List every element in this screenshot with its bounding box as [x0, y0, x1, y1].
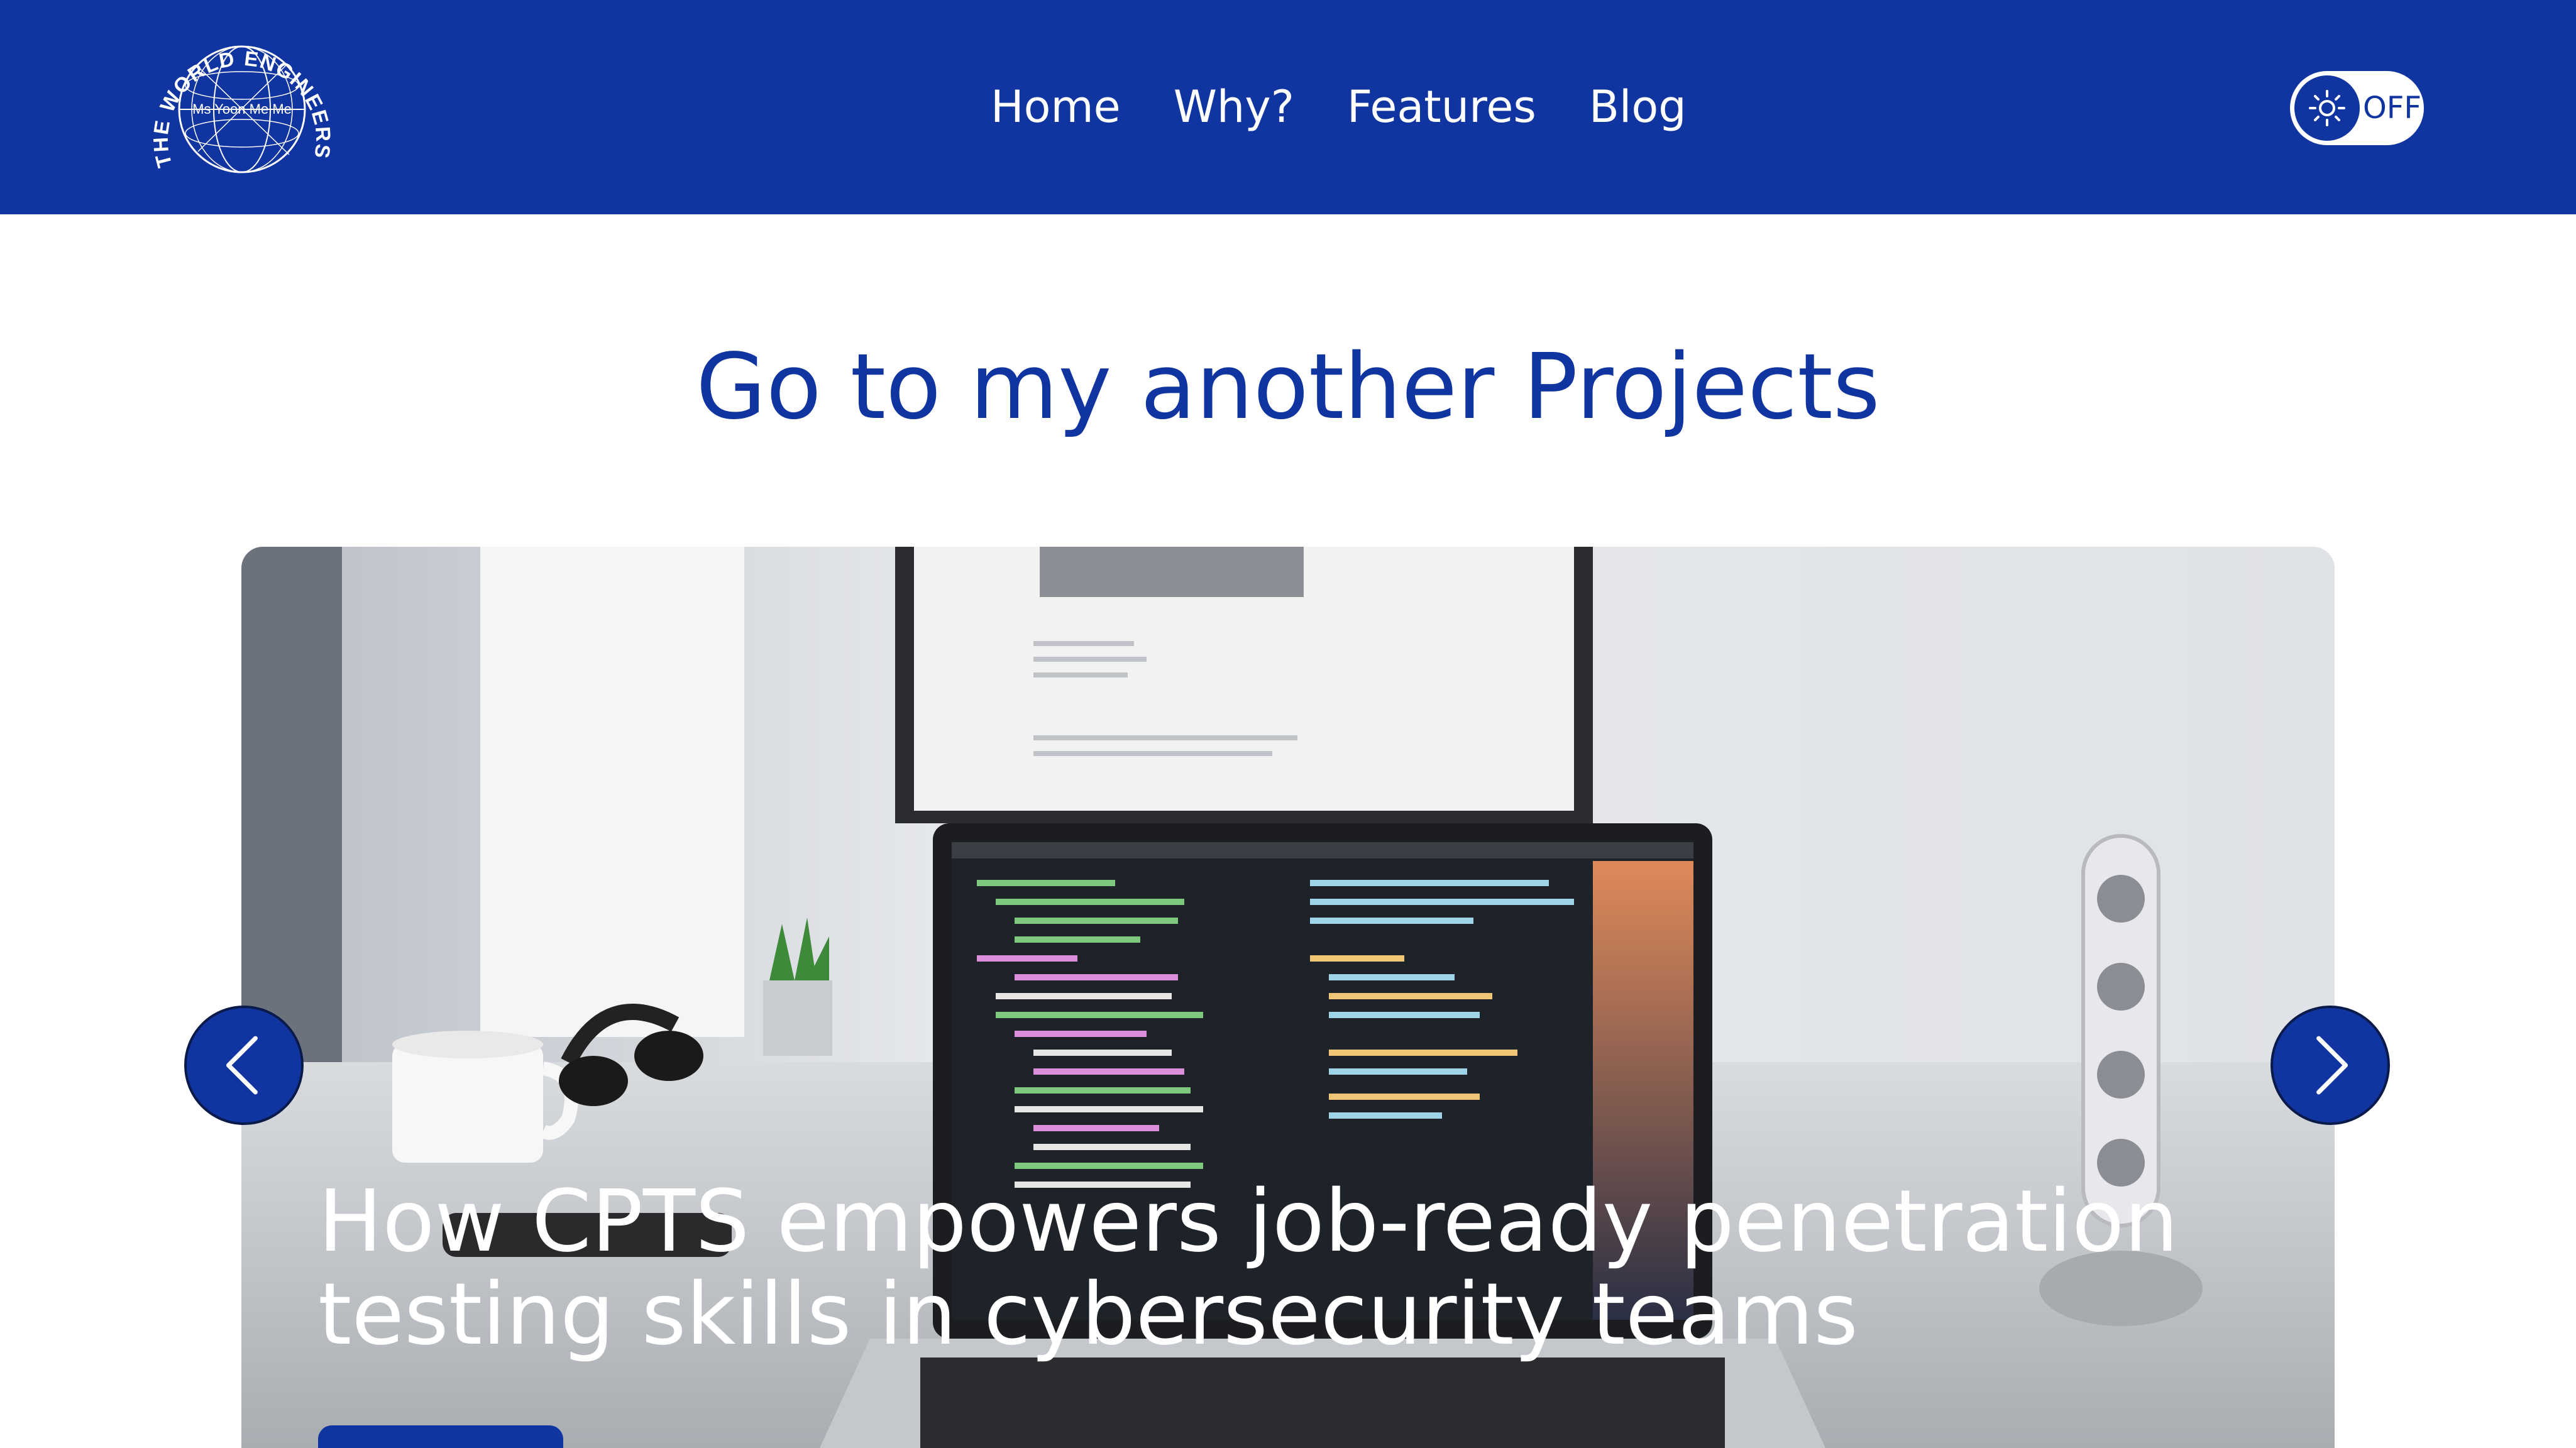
- projects-carousel: How CPTS empowers job-ready penetration …: [241, 547, 2335, 1448]
- sun-icon: [2309, 90, 2345, 126]
- logo-center-text: Ms Yoon Me Me: [192, 101, 292, 117]
- carousel-prev-button[interactable]: [184, 1006, 304, 1125]
- site-header: THE WORLD ENGINEERS Ms Yoon Me Me Home W…: [0, 0, 2576, 214]
- nav-features[interactable]: Features: [1347, 75, 1536, 138]
- globe-logo-icon: THE WORLD ENGINEERS Ms Yoon Me Me: [149, 45, 334, 173]
- main-nav: Home Why? Features Blog: [991, 75, 1687, 138]
- toggle-state-label: OFF: [2363, 90, 2421, 126]
- slide-caption: How CPTS empowers job-ready penetration …: [318, 1172, 2179, 1364]
- nav-blog[interactable]: Blog: [1589, 75, 1687, 138]
- nav-home[interactable]: Home: [991, 75, 1121, 138]
- nav-why[interactable]: Why?: [1174, 75, 1294, 138]
- page-title: Go to my another Projects: [696, 334, 1880, 439]
- chevron-left-icon: [226, 1036, 258, 1095]
- toggle-knob: [2294, 75, 2360, 141]
- chevron-right-icon: [2316, 1036, 2348, 1095]
- carousel-next-button[interactable]: [2271, 1006, 2390, 1125]
- site-logo[interactable]: THE WORLD ENGINEERS Ms Yoon Me Me: [145, 16, 339, 199]
- slide-read-more-button[interactable]: [318, 1425, 563, 1448]
- theme-toggle[interactable]: OFF: [2290, 71, 2424, 145]
